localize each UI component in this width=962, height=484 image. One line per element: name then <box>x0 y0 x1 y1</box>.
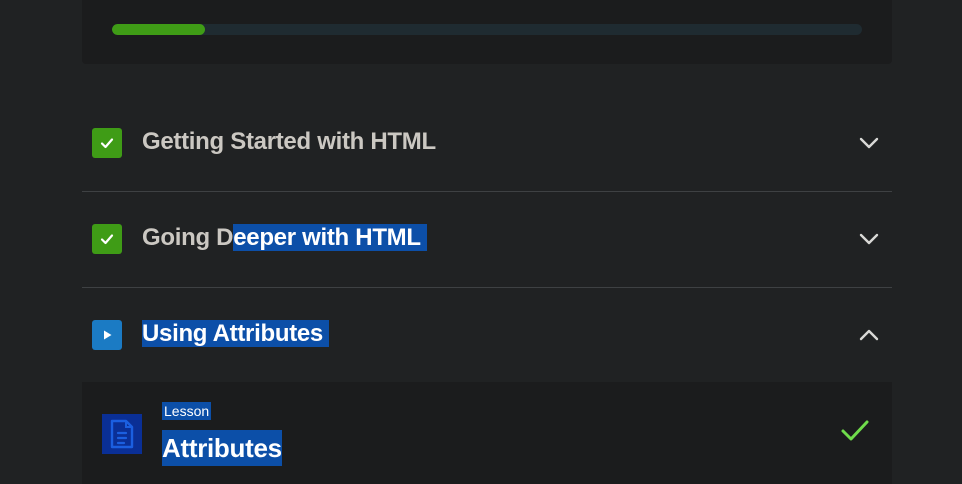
section-title: Using Attributes <box>142 316 330 352</box>
section-title-text: Going D <box>142 224 234 251</box>
progress-bar-fill <box>112 24 205 35</box>
section-getting-started[interactable]: Getting Started with HTML <box>82 96 892 192</box>
section-using-attributes[interactable]: Using Attributes <box>82 288 892 383</box>
section-title-selected-text: Using Attributes <box>142 320 330 347</box>
checkmark-icon <box>92 128 122 158</box>
section-title: Getting Started with HTML <box>142 124 436 160</box>
chevron-down-icon[interactable] <box>858 132 880 154</box>
chevron-up-icon[interactable] <box>858 324 880 346</box>
lesson-kind-label: Lesson <box>162 402 212 420</box>
progress-card <box>82 0 892 64</box>
document-icon <box>102 414 142 454</box>
progress-bar <box>112 24 862 35</box>
section-title-selected-text: eeper with HTML <box>233 224 427 251</box>
lesson-item-attributes[interactable]: Lesson Attributes <box>82 382 892 484</box>
section-title: Going Deeper with HTML <box>142 220 427 256</box>
play-icon <box>92 320 122 350</box>
section-going-deeper[interactable]: Going Deeper with HTML <box>82 192 892 288</box>
checkmark-icon <box>841 420 869 441</box>
chevron-down-icon[interactable] <box>858 228 880 250</box>
course-outline: Getting Started with HTML Going Deeper w… <box>0 0 962 484</box>
lesson-title: Attributes <box>162 430 282 466</box>
checkmark-icon <box>92 224 122 254</box>
section-title-text: Getting Started with HTML <box>142 128 436 155</box>
